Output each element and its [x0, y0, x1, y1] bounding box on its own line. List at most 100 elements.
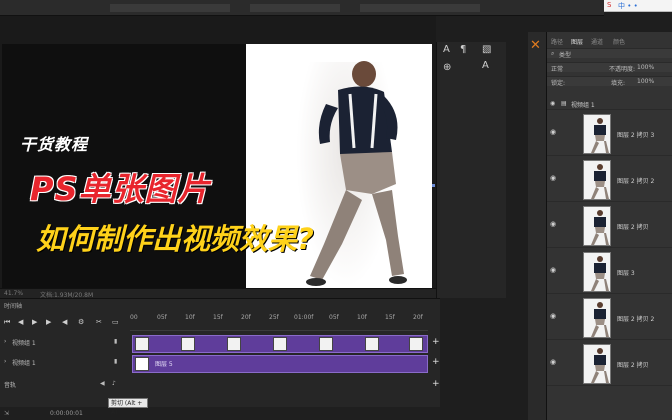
add-media-icon[interactable]: +: [432, 337, 440, 347]
canvas-anchor-point[interactable]: [432, 184, 435, 187]
layer-name[interactable]: 图层 2 拷贝 2: [617, 314, 654, 323]
overlay-title: PS单张图片: [30, 170, 211, 208]
swatch-icon[interactable]: ▧: [482, 44, 491, 55]
tools-cross-icon[interactable]: ✕: [530, 38, 541, 53]
audio-icon[interactable]: ◀: [62, 318, 67, 326]
music-note-icon[interactable]: ♪: [112, 380, 116, 387]
layer-filter-row[interactable]: ⌕ 类型: [547, 48, 672, 59]
status-bar: 41.7% 文档:1.93M/20.8M: [0, 288, 436, 299]
ruler-tick: 25f: [269, 314, 279, 321]
track-expand-icon[interactable]: ›: [4, 358, 6, 365]
menu-bar: [0, 0, 604, 16]
ruler-tick: 10f: [357, 314, 367, 321]
first-frame-icon[interactable]: ⏮: [4, 318, 10, 327]
menu-blur-block: [250, 4, 340, 12]
layer-thumbnail: [583, 160, 611, 200]
paragraph-icon[interactable]: ¶: [460, 44, 466, 55]
tooltip: 剪切 (Alt + A): [108, 398, 148, 416]
timeline-footer: ⇲ 0:00:00:01: [0, 407, 440, 420]
blend-mode[interactable]: 正常: [551, 64, 563, 73]
tab-layers[interactable]: 图层: [571, 37, 583, 46]
layer-thumbnail: [583, 298, 611, 338]
eye-icon[interactable]: ◉: [550, 312, 557, 320]
layer-group-row[interactable]: ◉ ▤ 视频组 1: [547, 98, 672, 110]
layer-row[interactable]: ◉ 图层 3: [547, 250, 672, 294]
filter-type: 类型: [559, 52, 572, 59]
eye-icon[interactable]: ◉: [550, 358, 557, 366]
tab-color[interactable]: 颜色: [613, 37, 625, 46]
add-audio-icon[interactable]: +: [432, 379, 440, 389]
overlay-question: 如何制作出视频效果?: [36, 222, 314, 256]
tab-paths[interactable]: 路径: [551, 37, 563, 46]
timeline-ruler[interactable]: 00 05f 10f 15f 20f 25f 01:00f 05f 10f 15…: [130, 313, 428, 331]
timeline-panel: 时间轴 ⏮ ◀ ▶ ▶ ◀ ⚙ ✂ ▭ 00 05f 10f 15f 20f 2…: [0, 298, 440, 420]
video-clip-track-2[interactable]: 图层 5: [132, 355, 428, 373]
ruler-tick: 15f: [213, 314, 223, 321]
blend-opacity-row[interactable]: 正常 不透明度: 100%: [547, 62, 672, 73]
next-frame-icon[interactable]: ▶: [46, 318, 51, 326]
character-icon[interactable]: A: [443, 44, 450, 55]
layer-name[interactable]: 图层 2 拷贝: [617, 222, 649, 231]
layer-thumbnail: [583, 252, 611, 292]
clip-frame: [409, 337, 423, 351]
adjust-icon[interactable]: ⊕: [443, 62, 451, 73]
menu-blur-block: [110, 4, 230, 12]
layer-row[interactable]: ◉ 图层 2 拷贝: [547, 342, 672, 386]
eye-icon[interactable]: ◉: [550, 266, 557, 274]
clip-frame: [227, 337, 241, 351]
track-name: 视频组 1: [12, 340, 36, 347]
paragraph-tool-column: ¶ ▧ A: [458, 42, 506, 298]
folder-icon: ▤: [561, 100, 567, 107]
opacity-label: 不透明度:: [609, 66, 636, 73]
eye-icon[interactable]: ◉: [550, 100, 555, 107]
track-header[interactable]: › 视频组 1 ▮: [0, 333, 128, 353]
group-name: 视频组 1: [571, 102, 595, 109]
document-canvas[interactable]: 干货教程 PS单张图片 如何制作出视频效果?: [0, 16, 436, 288]
play-icon[interactable]: ▶: [32, 318, 37, 326]
layer-row[interactable]: ◉ 图层 2 拷贝 2: [547, 296, 672, 340]
lock-label: 锁定:: [551, 80, 566, 87]
fill-value[interactable]: 100%: [637, 78, 654, 85]
layer-name[interactable]: 图层 2 拷贝 3: [617, 130, 654, 139]
layer-row[interactable]: ◉ 图层 2 拷贝 2: [547, 158, 672, 202]
layer-row[interactable]: ◉ 图层 2 拷贝 3: [547, 112, 672, 156]
track-header[interactable]: › 视频组 1 ▮: [0, 353, 128, 373]
film-icon[interactable]: ▮: [114, 338, 117, 345]
scissors-icon[interactable]: ✂: [96, 318, 102, 326]
eye-icon[interactable]: ◉: [550, 128, 557, 136]
layer-name[interactable]: 图层 3: [617, 268, 635, 277]
ruler-tick: 15f: [385, 314, 395, 321]
render-icon[interactable]: ⇲: [4, 410, 9, 417]
ruler-tick: 20f: [413, 314, 423, 321]
ruler-tick: 00: [130, 314, 138, 321]
layer-row[interactable]: ◉ 图层 2 拷贝: [547, 204, 672, 248]
zoom-level: 41.7%: [4, 290, 24, 297]
glyph-icon[interactable]: A: [482, 60, 489, 71]
layer-name[interactable]: 图层 2 拷贝: [617, 360, 649, 369]
settings-icon[interactable]: ⚙: [78, 318, 84, 326]
eye-icon[interactable]: ◉: [550, 174, 557, 182]
add-media-icon[interactable]: +: [432, 357, 440, 367]
clip-frame: [365, 337, 379, 351]
ruler-tick: 05f: [157, 314, 167, 321]
badge-logo-icon: S: [607, 1, 612, 9]
audio-track-header[interactable]: 音轨 ◀ ♪: [0, 375, 128, 395]
track-headers: › 视频组 1 ▮ › 视频组 1 ▮ 音轨 ◀ ♪: [0, 333, 128, 393]
lock-fill-row[interactable]: 锁定: 填充: 100%: [547, 76, 672, 87]
eye-icon[interactable]: ◉: [550, 220, 557, 228]
badge-text: 中 • •: [618, 2, 638, 10]
prev-frame-icon[interactable]: ◀: [18, 318, 23, 326]
tab-channels[interactable]: 通道: [591, 37, 603, 46]
transition-icon[interactable]: ▭: [112, 318, 119, 326]
filter-search-icon: ⌕: [551, 50, 555, 57]
video-clip-track-1[interactable]: [132, 335, 428, 353]
track-expand-icon[interactable]: ›: [4, 338, 6, 345]
ruler-tick: 05f: [329, 314, 339, 321]
layer-name[interactable]: 图层 2 拷贝 2: [617, 176, 654, 185]
clip-frame: [135, 337, 149, 351]
opacity-value[interactable]: 100%: [637, 64, 654, 71]
speaker-icon[interactable]: ◀: [100, 380, 105, 387]
film-icon[interactable]: ▮: [114, 358, 117, 365]
menu-blur-block: [360, 4, 480, 12]
time-readout: 0:00:00:01: [50, 410, 83, 417]
